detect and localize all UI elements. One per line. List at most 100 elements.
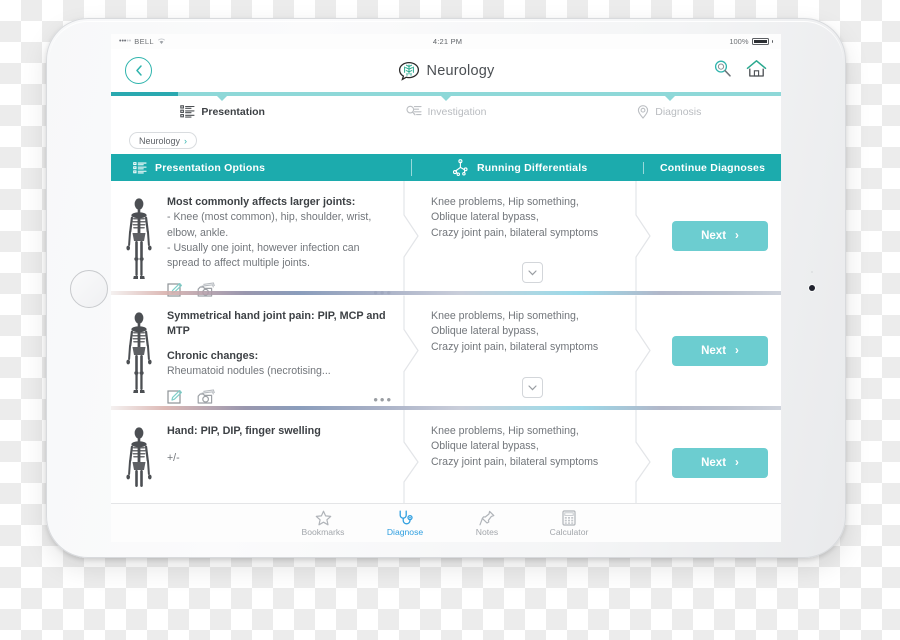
tab-label: Calculator bbox=[549, 526, 589, 537]
chevron-right-icon: › bbox=[735, 457, 739, 469]
column-divider-chevron bbox=[403, 295, 427, 406]
next-button[interactable]: Next › bbox=[672, 221, 768, 251]
section-tab-diagnosis[interactable]: Diagnosis bbox=[558, 104, 781, 119]
expand-differentials-button[interactable] bbox=[521, 262, 543, 283]
wifi-icon bbox=[157, 37, 166, 47]
list-item[interactable]: Hand: PIP, DIP, finger swelling +/- Knee… bbox=[111, 410, 781, 516]
chevron-down-icon bbox=[527, 384, 537, 390]
brain-icon bbox=[398, 61, 419, 81]
next-button-label: Next bbox=[701, 344, 727, 357]
column-header-continue-diagnoses[interactable]: Continue Diagnoses bbox=[643, 161, 781, 174]
bottom-tab-bar: Bookmarks Diagnose Notes Calculator bbox=[111, 503, 781, 542]
column-header-label: Presentation Options bbox=[155, 161, 266, 174]
app-header: Neurology bbox=[111, 49, 781, 92]
list-item[interactable]: Symmetrical hand joint pain: PIP, MCP an… bbox=[111, 295, 781, 406]
next-button-label: Next bbox=[701, 457, 727, 469]
pin-icon bbox=[478, 510, 494, 525]
card-differentials-column: Knee problems, Hip something, Oblique la… bbox=[427, 295, 643, 406]
stethoscope-icon bbox=[399, 510, 413, 524]
presentation-list[interactable]: Most commonly affects larger joints: - K… bbox=[111, 181, 781, 519]
card-line: +/- bbox=[167, 452, 180, 465]
card-more-button[interactable]: ••• bbox=[373, 393, 393, 406]
next-button[interactable]: Next › bbox=[672, 335, 768, 366]
magnifier-list-icon bbox=[405, 105, 422, 116]
section-tab-presentation[interactable]: Presentation bbox=[111, 105, 334, 118]
column-header-label: Continue Diagnoses bbox=[660, 161, 766, 174]
card-text-block: Hand: PIP, DIP, finger swelling +/- bbox=[167, 424, 411, 508]
differential-line: Knee problems, Hip something, bbox=[431, 310, 579, 322]
home-icon[interactable] bbox=[746, 59, 767, 83]
column-divider-chevron bbox=[635, 295, 659, 406]
column-divider-chevron bbox=[635, 181, 659, 291]
status-bar-right: 100% bbox=[729, 37, 773, 46]
molecule-node-icon bbox=[452, 159, 468, 176]
chevron-down-icon bbox=[527, 269, 537, 275]
back-button[interactable] bbox=[125, 57, 152, 84]
device-screen: ••••• BELL 4:21 PM 100% Neurology Presen… bbox=[111, 34, 781, 542]
differential-line: Oblique lateral bypass, bbox=[431, 211, 539, 224]
tab-calculator[interactable]: Calculator bbox=[528, 509, 610, 537]
list-checklist-icon bbox=[133, 161, 147, 173]
breadcrumb-row: Neurology › bbox=[111, 127, 781, 154]
card-continue-column: Next › bbox=[659, 181, 781, 291]
card-continue-column: Next › bbox=[659, 410, 781, 516]
column-divider-chevron bbox=[635, 410, 659, 516]
breadcrumb[interactable]: Neurology › bbox=[129, 132, 198, 149]
column-header-bar: Presentation Options Running Differentia… bbox=[111, 154, 781, 181]
card-differentials-column: Knee problems, Hip something, Oblique la… bbox=[427, 410, 643, 516]
card-text-block: Most commonly affects larger joints: - K… bbox=[167, 195, 411, 299]
card-title: Most commonly affects larger joints: bbox=[167, 196, 356, 208]
column-header-label: Running Differentials bbox=[477, 161, 588, 174]
column-divider-chevron bbox=[403, 410, 427, 516]
skeleton-icon bbox=[111, 309, 167, 398]
star-icon bbox=[315, 510, 331, 525]
next-button-label: Next bbox=[701, 230, 727, 242]
tab-diagnose[interactable]: Diagnose bbox=[364, 510, 446, 537]
card-presentation-column: Symmetrical hand joint pain: PIP, MCP an… bbox=[111, 295, 411, 406]
chevron-right-icon: › bbox=[735, 344, 739, 357]
chevron-right-icon: › bbox=[735, 230, 739, 242]
location-pin-icon bbox=[638, 104, 649, 119]
column-divider-chevron bbox=[403, 181, 427, 291]
section-tab-label: Investigation bbox=[427, 105, 487, 118]
tab-bookmarks[interactable]: Bookmarks bbox=[282, 510, 364, 537]
tab-notes[interactable]: Notes bbox=[446, 510, 528, 537]
device-front-camera bbox=[809, 285, 815, 291]
card-line: - Knee (most common), hip, shoulder, wri… bbox=[167, 211, 372, 239]
tab-label: Diagnose bbox=[386, 526, 424, 537]
section-tab-label: Diagnosis bbox=[655, 105, 702, 118]
card-presentation-column: Hand: PIP, DIP, finger swelling +/- bbox=[111, 410, 411, 516]
progress-marker-investigation bbox=[441, 96, 451, 101]
card-text-block: Symmetrical hand joint pain: PIP, MCP an… bbox=[167, 309, 411, 406]
section-tab-investigation[interactable]: Investigation bbox=[334, 105, 557, 118]
expand-differentials-button[interactable] bbox=[521, 377, 543, 398]
page-title: Neurology bbox=[426, 62, 495, 79]
differential-line: Crazy joint pain, bilateral symptoms bbox=[431, 340, 599, 353]
differential-line: Crazy joint pain, bilateral symptoms bbox=[431, 226, 599, 239]
tab-label: Notes bbox=[475, 526, 499, 537]
breadcrumb-label: Neurology bbox=[139, 135, 181, 146]
column-header-running-differentials[interactable]: Running Differentials bbox=[411, 159, 643, 176]
card-line: - Usually one joint, however infection c… bbox=[167, 242, 360, 270]
card-continue-column: Next › bbox=[659, 295, 781, 406]
progress-marker-presentation bbox=[217, 96, 228, 101]
battery-icon bbox=[751, 37, 769, 46]
card-title: Symmetrical hand joint pain: PIP, MCP an… bbox=[167, 310, 386, 338]
card-differentials-column: Knee problems, Hip something, Oblique la… bbox=[427, 181, 643, 291]
skeleton-icon bbox=[111, 424, 167, 508]
section-progress-fill bbox=[111, 92, 178, 96]
chevron-left-icon bbox=[135, 65, 142, 76]
column-header-presentation-options[interactable]: Presentation Options bbox=[111, 161, 411, 175]
search-icon[interactable] bbox=[713, 59, 732, 83]
next-button[interactable]: Next › bbox=[672, 448, 768, 478]
progress-marker-diagnosis bbox=[664, 96, 675, 101]
status-bar-left: ••••• BELL bbox=[119, 37, 166, 47]
differential-line: Crazy joint pain, bilateral symptoms bbox=[431, 455, 599, 468]
list-item[interactable]: Most commonly affects larger joints: - K… bbox=[111, 181, 781, 299]
card-subtitle: Chronic changes: bbox=[167, 349, 259, 362]
device-home-button[interactable] bbox=[70, 270, 108, 308]
differential-line: Knee problems, Hip something, bbox=[431, 196, 579, 208]
differential-line: Oblique lateral bypass, bbox=[431, 325, 539, 338]
breadcrumb-arrow-icon: › bbox=[184, 135, 188, 146]
page-title-group: Neurology bbox=[111, 49, 781, 92]
